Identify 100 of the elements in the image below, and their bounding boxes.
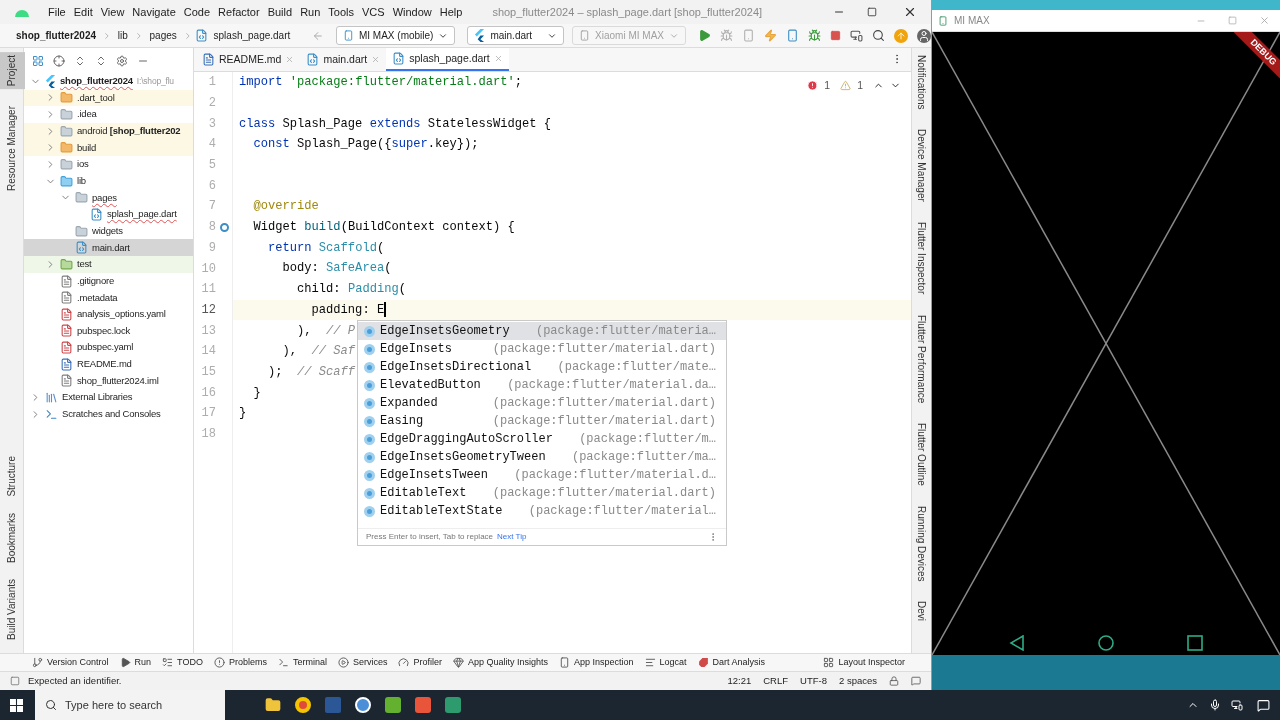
device-dropdown[interactable]: MI MAX (mobile) xyxy=(335,26,456,45)
search-field[interactable]: Type here to search xyxy=(35,690,225,720)
tree-item[interactable]: shop_flutter2024.iml xyxy=(24,372,193,390)
tree-item[interactable]: splash_page.dart xyxy=(24,206,193,223)
device-manager-icon[interactable] xyxy=(850,29,863,42)
tool-window-tab[interactable]: Resource Manager xyxy=(0,103,25,195)
tree-item[interactable]: .idea xyxy=(24,106,193,123)
close-tab-icon[interactable] xyxy=(493,54,503,63)
attach-icon[interactable] xyxy=(742,29,755,42)
tool-window-tab[interactable]: Flutter Outline xyxy=(912,419,931,489)
run-config-dropdown[interactable]: main.dart xyxy=(467,26,565,45)
completion-item[interactable]: Easing (package:flutter/material.dart) xyxy=(358,412,726,430)
phone-icon[interactable] xyxy=(786,29,799,42)
menu-item[interactable]: Refactor xyxy=(214,3,264,21)
tool-window-tab[interactable]: Device Manager xyxy=(912,126,931,206)
recents-icon[interactable] xyxy=(1187,635,1204,651)
editor-tab[interactable]: splash_page.dart xyxy=(386,48,509,71)
tree-item[interactable]: External Libraries xyxy=(24,389,193,406)
completion-item[interactable]: EditableTextState (package:flutter/material… xyxy=(358,502,726,520)
encoding[interactable]: UTF-8 xyxy=(800,673,827,689)
next-tip-link[interactable]: Next Tip xyxy=(497,531,527,543)
menu-item[interactable]: Run xyxy=(296,3,325,21)
breadcrumb[interactable]: pages xyxy=(145,28,181,43)
tool-window-button[interactable]: TODO xyxy=(162,655,203,670)
menu-item[interactable]: View xyxy=(96,3,129,21)
tree-item[interactable]: .gitignore xyxy=(24,272,193,290)
bug-icon[interactable] xyxy=(808,29,821,42)
tool-window-button[interactable]: Dart Analysis xyxy=(697,655,766,670)
breadcrumb[interactable]: shop_flutter2024 xyxy=(12,28,101,43)
home-icon[interactable] xyxy=(1098,635,1114,651)
tree-item[interactable]: widgets xyxy=(24,222,193,240)
tool-window-button[interactable]: Layout Inspector xyxy=(823,655,905,670)
microphone-icon[interactable] xyxy=(1209,699,1221,711)
panel-toggle-icon[interactable] xyxy=(10,676,20,686)
tree-item[interactable]: ios xyxy=(24,156,193,173)
completion-item[interactable]: EdgeInsets (package:flutter/material.dart) xyxy=(358,340,726,358)
tool-window-button[interactable]: Problems xyxy=(213,655,267,670)
app-icon[interactable] xyxy=(415,697,431,713)
menu-item[interactable]: Build xyxy=(263,3,297,21)
browser-icon[interactable] xyxy=(295,697,311,713)
tool-window-button[interactable]: Run xyxy=(119,655,152,670)
indent-setting[interactable]: 2 spaces xyxy=(838,673,877,689)
tool-window-tab[interactable]: Flutter Performance xyxy=(912,311,931,406)
network-icon[interactable] xyxy=(1231,699,1243,711)
folder-icon[interactable] xyxy=(265,697,281,713)
menu-item[interactable]: Help xyxy=(435,3,467,21)
maximize-icon[interactable] xyxy=(867,7,877,17)
tool-window-button[interactable]: Terminal xyxy=(277,655,327,670)
tree-item[interactable]: .metadata xyxy=(24,289,193,306)
run-icon[interactable] xyxy=(698,29,711,42)
editor-tab[interactable]: README.md xyxy=(196,48,301,71)
windows-icon[interactable] xyxy=(10,698,23,712)
caret-position[interactable]: 12:21 xyxy=(727,673,752,689)
tree-item[interactable]: README.md xyxy=(24,355,193,373)
close-tab-icon[interactable] xyxy=(285,55,295,64)
back-icon[interactable] xyxy=(1008,635,1025,651)
tool-window-tab[interactable]: Notifications xyxy=(912,52,931,113)
tool-window-button[interactable]: App Quality Insights xyxy=(452,655,548,670)
debug-icon[interactable] xyxy=(720,29,733,42)
completion-item[interactable]: EdgeInsetsGeometryTween (package:flutter/ma… xyxy=(358,448,726,466)
studio-app-icon[interactable] xyxy=(355,697,371,713)
view-selector-icon[interactable] xyxy=(32,54,44,67)
menu-item[interactable]: Window xyxy=(388,3,436,21)
line-separator[interactable]: CRLF xyxy=(763,673,789,689)
tree-item[interactable]: lib xyxy=(24,172,193,190)
tool-window-button[interactable]: Logcat xyxy=(644,655,687,670)
stop-icon[interactable] xyxy=(830,30,841,41)
tree-item[interactable]: shop_flutter2024 I:\shop_flu xyxy=(24,73,193,90)
tool-window-tab[interactable]: Build Variants xyxy=(0,576,25,643)
menu-item[interactable]: VCS xyxy=(358,3,389,21)
update-icon[interactable] xyxy=(894,28,908,43)
close-tab-icon[interactable] xyxy=(371,55,381,64)
tool-window-button[interactable]: Services xyxy=(337,655,388,670)
tool-window-tab[interactable]: Flutter Inspector xyxy=(912,219,931,298)
monitor-app-icon[interactable] xyxy=(445,697,461,713)
tool-window-tab[interactable]: Structure xyxy=(0,453,25,500)
tool-window-button[interactable]: Profiler xyxy=(398,655,442,670)
tree-item[interactable]: android [shop_flutter202 xyxy=(24,122,193,140)
tree-item[interactable]: Scratches and Consoles xyxy=(24,405,193,423)
tree-item[interactable]: analysis_options.yaml xyxy=(24,305,193,323)
completion-item[interactable]: EdgeInsetsTween (package:flutter/material.d… xyxy=(358,466,726,484)
settings-icon[interactable] xyxy=(116,54,128,67)
menu-item[interactable]: Tools xyxy=(324,3,358,21)
breadcrumb[interactable]: lib xyxy=(113,28,132,43)
error-icon[interactable] xyxy=(807,80,819,92)
warning-icon[interactable] xyxy=(840,80,852,92)
completion-item[interactable]: EdgeDraggingAutoScroller (package:flutter/m… xyxy=(358,430,726,448)
lightning-icon[interactable] xyxy=(764,29,777,42)
tree-item[interactable]: pubspec.yaml xyxy=(24,339,193,356)
tree-item[interactable]: pubspec.lock xyxy=(24,322,193,340)
lock-icon[interactable] xyxy=(889,676,899,686)
editor-tab[interactable]: main.dart xyxy=(300,48,387,71)
completion-item[interactable]: EditableText (package:flutter/material.dart) xyxy=(358,484,726,502)
menu-item[interactable]: Navigate xyxy=(128,3,180,21)
expand-all-icon[interactable] xyxy=(74,54,86,67)
tool-window-button[interactable]: App Inspection xyxy=(559,655,634,670)
completion-item[interactable]: ElevatedButton (package:flutter/material.da… xyxy=(358,376,726,394)
tool-window-tab[interactable]: Running Devices xyxy=(912,502,931,585)
locate-icon[interactable] xyxy=(53,54,65,67)
override-icon[interactable] xyxy=(220,222,229,232)
